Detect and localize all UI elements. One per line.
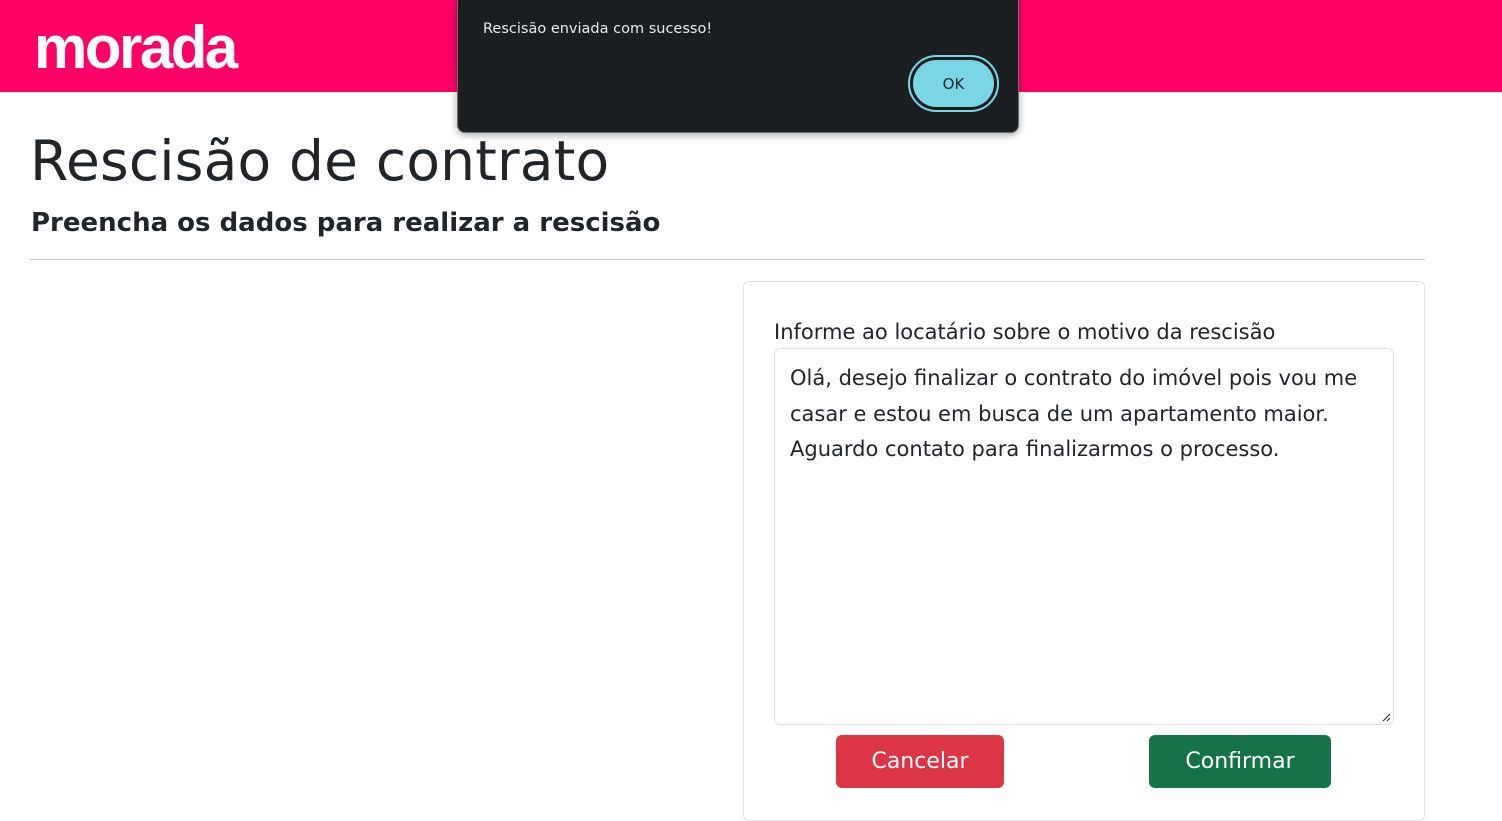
alert-dialog: Rescisão enviada com sucesso! OK xyxy=(457,0,1019,133)
cancel-button[interactable]: Cancelar xyxy=(836,735,1004,788)
ok-button[interactable]: OK xyxy=(913,60,994,107)
reason-label: Informe ao locatário sobre o motivo da r… xyxy=(774,320,1276,344)
reason-textarea[interactable]: Olá, desejo finalizar o contrato do imóv… xyxy=(774,348,1394,725)
alert-message: Rescisão enviada com sucesso! xyxy=(483,21,713,37)
page-subtitle: Preencha os dados para realizar a rescis… xyxy=(31,208,661,238)
confirm-button[interactable]: Confirmar xyxy=(1149,735,1331,788)
ok-button-focus-ring: OK xyxy=(908,55,999,112)
divider xyxy=(30,259,1425,260)
resize-grip-icon[interactable] xyxy=(1380,711,1391,722)
morada-logo[interactable]: morada xyxy=(34,8,238,88)
page-title: Rescisão de contrato xyxy=(30,129,610,193)
